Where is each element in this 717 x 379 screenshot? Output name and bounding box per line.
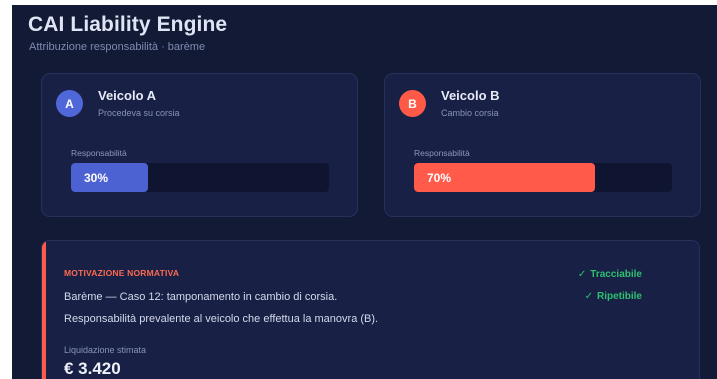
motivation-panel: MOTIVAZIONE NORMATIVA Barème — Caso 12: … <box>41 240 700 379</box>
vehicle-a-badge: A <box>56 90 83 117</box>
vehicle-card-b: B Veicolo B Cambio corsia Responsabilità… <box>384 73 701 217</box>
vehicle-b-name: Veicolo B <box>441 88 500 103</box>
vehicle-b-responsibility-fill: 70% <box>414 163 595 192</box>
vehicle-a-description: Procedeva su corsia <box>98 108 180 118</box>
check-repeatable: ✓ Ripetibile <box>578 291 642 313</box>
vehicle-a-responsibility-fill: 30% <box>71 163 149 192</box>
vehicle-b-responsibility-value: 70% <box>427 170 452 185</box>
check-repeatable-label: Ripetibile <box>596 291 642 302</box>
vehicle-b-responsibility-bar: 70% <box>414 163 672 192</box>
motivation-rule-text: Barème — Caso 12: tamponamento in cambio… <box>64 291 338 303</box>
app-window: CAI Liability Engine Attribuzione respon… <box>12 5 717 379</box>
vehicle-a-responsibility-bar: 30% <box>71 163 329 192</box>
estimate-label: Liquidazione stimata <box>64 345 147 355</box>
motivation-reason-text: Responsabilità prevalente al veicolo che… <box>64 313 379 325</box>
vehicle-b-description: Cambio corsia <box>441 108 499 118</box>
vehicle-a-responsibility-label: Responsabilità <box>71 148 127 158</box>
page-title: CAI Liability Engine <box>28 13 228 36</box>
vehicle-a-name: Veicolo A <box>98 88 157 103</box>
check-traceable: ✓ Tracciabile <box>578 269 642 291</box>
check-traceable-label: Tracciabile <box>590 269 642 280</box>
estimate-value: € 3.420 <box>64 359 121 378</box>
vehicle-b-badge: B <box>399 90 426 117</box>
vehicle-card-a: A Veicolo A Procedeva su corsia Responsa… <box>41 73 358 217</box>
check-icon: ✓ <box>584 291 593 302</box>
vehicle-b-responsibility-label: Responsabilità <box>414 148 470 158</box>
verification-checks: ✓ Tracciabile ✓ Ripetibile <box>578 269 642 313</box>
motivation-accent-bar <box>42 241 46 379</box>
motivation-heading: MOTIVAZIONE NORMATIVA <box>64 268 180 278</box>
check-icon: ✓ <box>577 269 587 280</box>
page-subtitle: Attribuzione responsabilità · barème <box>29 41 206 53</box>
vehicle-a-responsibility-value: 30% <box>84 170 109 185</box>
